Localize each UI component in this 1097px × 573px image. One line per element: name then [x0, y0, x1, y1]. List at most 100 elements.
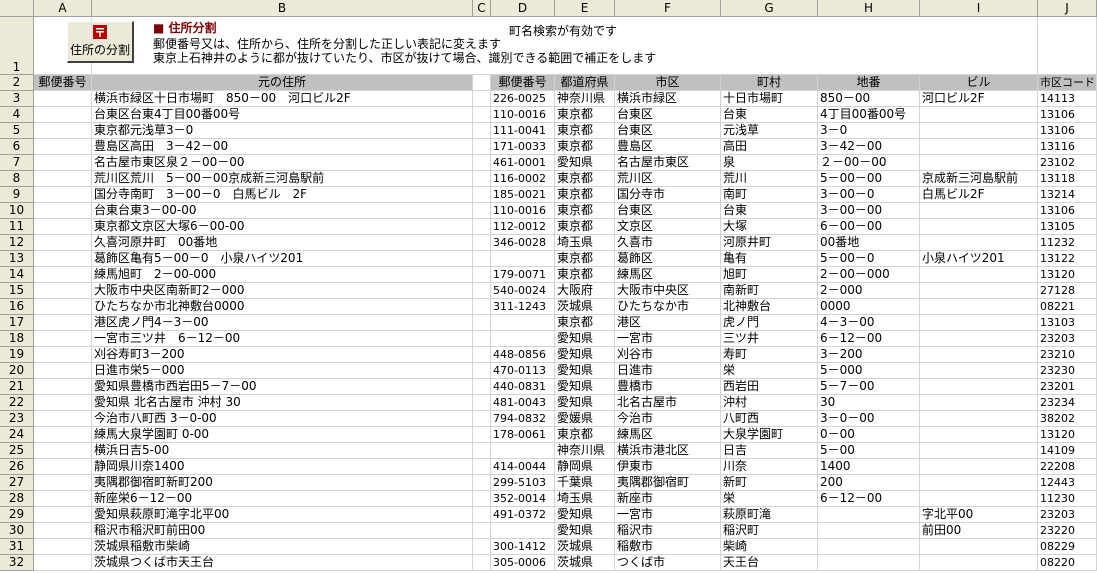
cell-h22[interactable]: 30	[818, 395, 920, 411]
cell-j1[interactable]	[1038, 17, 1097, 75]
cell-f30[interactable]: 稲沢市	[615, 523, 721, 539]
cell-h23[interactable]: 3－0－00	[818, 411, 920, 427]
cell-j10[interactable]: 13106	[1038, 203, 1097, 219]
cell-d12[interactable]: 346-0028	[491, 235, 555, 251]
cell-e20[interactable]: 愛知県	[555, 363, 615, 379]
cell-j11[interactable]: 13105	[1038, 219, 1097, 235]
column-header-j[interactable]: J	[1038, 0, 1097, 17]
cell-e9[interactable]: 東京都	[555, 187, 615, 203]
cell-f16[interactable]: ひたちなか市	[615, 299, 721, 315]
cell-c26[interactable]	[473, 459, 491, 475]
cell-d16[interactable]: 311-1243	[491, 299, 555, 315]
row-header-30[interactable]: 30	[0, 523, 34, 539]
cell-g31[interactable]: 柴崎	[721, 539, 818, 555]
cell-i5[interactable]	[920, 123, 1038, 139]
cell-g7[interactable]: 泉	[721, 155, 818, 171]
cell-b15[interactable]: 大阪市中央区南新町2－000	[92, 283, 473, 299]
cell-b26[interactable]: 静岡県川奈1400	[92, 459, 473, 475]
cell-a30[interactable]	[34, 523, 92, 539]
cell-j29[interactable]: 23203	[1038, 507, 1097, 523]
cell-c29[interactable]	[473, 507, 491, 523]
cell-h15[interactable]: 2－000	[818, 283, 920, 299]
row-header-32[interactable]: 32	[0, 555, 34, 571]
cell-a11[interactable]	[34, 219, 92, 235]
cell-a27[interactable]	[34, 475, 92, 491]
cell-j6[interactable]: 13116	[1038, 139, 1097, 155]
cell-j18[interactable]: 23203	[1038, 331, 1097, 347]
cell-i22[interactable]	[920, 395, 1038, 411]
cell-j24[interactable]: 13120	[1038, 427, 1097, 443]
cell-d17[interactable]	[491, 315, 555, 331]
cell-c30[interactable]	[473, 523, 491, 539]
cell-g13[interactable]: 亀有	[721, 251, 818, 267]
column-header-i[interactable]: I	[920, 0, 1038, 17]
cell-a7[interactable]	[34, 155, 92, 171]
cell-i30[interactable]: 前田00	[920, 523, 1038, 539]
cell-f1[interactable]	[615, 17, 721, 75]
cell-d10[interactable]: 110-0016	[491, 203, 555, 219]
cell-e19[interactable]: 愛知県	[555, 347, 615, 363]
cell-f21[interactable]: 豊橋市	[615, 379, 721, 395]
column-header-a[interactable]: A	[34, 0, 92, 17]
cell-j32[interactable]: 08220	[1038, 555, 1097, 571]
cell-e22[interactable]: 愛知県	[555, 395, 615, 411]
cell-c25[interactable]	[473, 443, 491, 459]
header-cell-b[interactable]: 元の住所	[92, 75, 473, 91]
cell-i9[interactable]: 白馬ビル2F	[920, 187, 1038, 203]
row-header-25[interactable]: 25	[0, 443, 34, 459]
cell-j8[interactable]: 13118	[1038, 171, 1097, 187]
row-header-17[interactable]: 17	[0, 315, 34, 331]
row-header-11[interactable]: 11	[0, 219, 34, 235]
cell-a22[interactable]	[34, 395, 92, 411]
cell-f28[interactable]: 新座市	[615, 491, 721, 507]
header-cell-d[interactable]: 郵便番号	[491, 75, 555, 91]
cell-j21[interactable]: 23201	[1038, 379, 1097, 395]
row-header-24[interactable]: 24	[0, 427, 34, 443]
cell-g21[interactable]: 西岩田	[721, 379, 818, 395]
row-header-9[interactable]: 9	[0, 187, 34, 203]
cell-a24[interactable]	[34, 427, 92, 443]
cell-g3[interactable]: 十日市場町	[721, 91, 818, 107]
cell-d19[interactable]: 448-0856	[491, 347, 555, 363]
cell-f26[interactable]: 伊東市	[615, 459, 721, 475]
cell-i26[interactable]	[920, 459, 1038, 475]
cell-i13[interactable]: 小泉ハイツ201	[920, 251, 1038, 267]
cell-f5[interactable]: 台東区	[615, 123, 721, 139]
cell-h18[interactable]: 6－12－00	[818, 331, 920, 347]
cell-g18[interactable]: 三ツ井	[721, 331, 818, 347]
cell-h3[interactable]: 850－00	[818, 91, 920, 107]
cell-a9[interactable]	[34, 187, 92, 203]
cell-c32[interactable]	[473, 555, 491, 571]
cell-b7[interactable]: 名古屋市東区泉２－00－00	[92, 155, 473, 171]
row-header-14[interactable]: 14	[0, 267, 34, 283]
cell-d15[interactable]: 540-0024	[491, 283, 555, 299]
cell-g26[interactable]: 川奈	[721, 459, 818, 475]
cell-h20[interactable]: 5－000	[818, 363, 920, 379]
cell-e31[interactable]: 茨城県	[555, 539, 615, 555]
cell-h6[interactable]: 3－42－00	[818, 139, 920, 155]
cell-e26[interactable]: 静岡県	[555, 459, 615, 475]
cell-e8[interactable]: 東京都	[555, 171, 615, 187]
header-cell-h[interactable]: 地番	[818, 75, 920, 91]
cell-b14[interactable]: 練馬旭町 2－00-000	[92, 267, 473, 283]
cell-d30[interactable]	[491, 523, 555, 539]
cell-h11[interactable]: 6－00－00	[818, 219, 920, 235]
cell-f23[interactable]: 今治市	[615, 411, 721, 427]
row-header-26[interactable]: 26	[0, 459, 34, 475]
cell-h26[interactable]: 1400	[818, 459, 920, 475]
header-cell-c[interactable]	[473, 75, 491, 91]
cell-d24[interactable]: 178-0061	[491, 427, 555, 443]
cell-f10[interactable]: 台東区	[615, 203, 721, 219]
column-header-f[interactable]: F	[615, 0, 721, 17]
cell-b19[interactable]: 刈谷寿町3－200	[92, 347, 473, 363]
cell-c15[interactable]	[473, 283, 491, 299]
cell-c24[interactable]	[473, 427, 491, 443]
header-cell-f[interactable]: 市区	[615, 75, 721, 91]
cell-i31[interactable]	[920, 539, 1038, 555]
cell-b27[interactable]: 夷隅郡御宿町新町200	[92, 475, 473, 491]
cell-b9[interactable]: 国分寺南町 3－00－0 白馬ビル 2F	[92, 187, 473, 203]
cell-g23[interactable]: 八町西	[721, 411, 818, 427]
cell-g15[interactable]: 南新町	[721, 283, 818, 299]
cell-g6[interactable]: 高田	[721, 139, 818, 155]
cell-f13[interactable]: 葛飾区	[615, 251, 721, 267]
